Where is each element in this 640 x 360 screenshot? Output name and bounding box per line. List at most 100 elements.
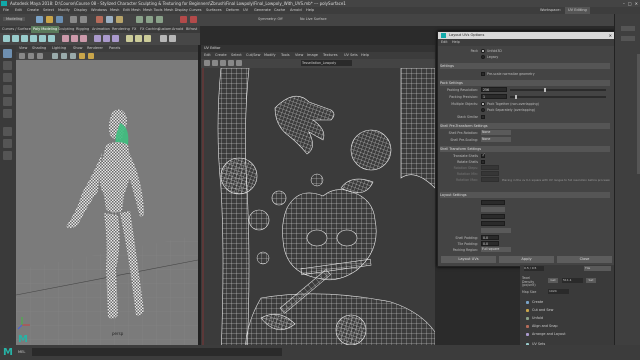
poly-plane-icon[interactable]: [48, 35, 55, 42]
menu-cache[interactable]: Cache: [274, 7, 285, 14]
rotate-tool-icon[interactable]: [3, 97, 12, 106]
dialog-menu-edit[interactable]: Edit: [441, 39, 448, 46]
rotate-shells-checkbox[interactable]: [481, 160, 485, 164]
snap-point-icon[interactable]: [156, 16, 163, 23]
uv-menu-modify[interactable]: Modify: [264, 52, 276, 59]
rotation-max-field[interactable]: [481, 177, 499, 182]
live-surface-label[interactable]: No Live Surface: [300, 17, 327, 21]
shell-pre-rotation-dropdown[interactable]: None: [481, 130, 511, 135]
pack-separately-radio[interactable]: [481, 108, 485, 112]
menu-generate[interactable]: Generate: [254, 7, 271, 14]
new-scene-icon[interactable]: [36, 16, 43, 23]
four-view-icon[interactable]: [3, 139, 12, 148]
shell-pre-scaling-dropdown[interactable]: None: [481, 137, 511, 142]
viewport-menu-shading[interactable]: Shading: [32, 45, 46, 52]
prescale-checkbox[interactable]: [481, 72, 485, 76]
uv-menu-view[interactable]: View: [295, 52, 303, 59]
viewport-menu-renderer[interactable]: Renderer: [87, 45, 103, 52]
packing-resolution-handle[interactable]: [543, 88, 546, 92]
ipr-render-icon[interactable]: [190, 16, 197, 23]
tab-sculpting[interactable]: Sculpting: [58, 26, 74, 33]
mel-label[interactable]: MEL: [18, 350, 25, 354]
uv-menu-uv-sets[interactable]: UV Sets: [344, 52, 358, 59]
layout-settings-header[interactable]: Layout Settings: [440, 192, 610, 198]
menu-arnold[interactable]: Arnold: [290, 7, 302, 14]
get-button[interactable]: Get: [548, 278, 558, 283]
poly-sphere-icon[interactable]: [3, 35, 10, 42]
attribute-tab[interactable]: [621, 36, 635, 41]
packing-precision-handle[interactable]: [514, 95, 517, 99]
stack-similar-checkbox[interactable]: [481, 115, 485, 119]
layout-uvs-button[interactable]: Layout UVs: [441, 256, 496, 263]
render-icon[interactable]: [180, 16, 187, 23]
tab-curves-surfaces[interactable]: Curves / Surfaces: [2, 26, 33, 33]
poly-torus-icon[interactable]: [39, 35, 46, 42]
menu-mesh-display[interactable]: Mesh Display: [164, 7, 188, 14]
uv-menu-help[interactable]: Help: [361, 52, 369, 59]
menu-select[interactable]: Select: [43, 7, 54, 14]
uv-menu-tools[interactable]: Tools: [281, 52, 290, 59]
menu-help[interactable]: Help: [306, 7, 314, 14]
dialog-menu-help[interactable]: Help: [452, 39, 460, 46]
layout-field-2[interactable]: [481, 214, 505, 219]
menu-file[interactable]: File: [3, 7, 9, 14]
uv-menu-textures[interactable]: Textures: [323, 52, 338, 59]
translate-shells-checkbox[interactable]: ✓: [481, 153, 485, 158]
packing-resolution-field[interactable]: 256: [481, 87, 507, 92]
layout-field-1[interactable]: [481, 200, 505, 205]
map-size-field[interactable]: 1024: [548, 289, 569, 294]
close-button[interactable]: Close: [557, 256, 612, 263]
menu-create[interactable]: Create: [27, 7, 39, 14]
menu-uv[interactable]: UV: [243, 7, 248, 14]
mirror-icon[interactable]: [160, 35, 167, 42]
camera-attr-icon[interactable]: [28, 53, 34, 59]
tab-poly-modeling[interactable]: Poly Modeling: [31, 26, 60, 33]
set-button[interactable]: Set: [586, 278, 596, 283]
unfold-section[interactable]: Unfold: [532, 316, 543, 320]
tile-padding-field[interactable]: 0.0: [481, 241, 499, 246]
unfold3d-radio[interactable]: [481, 49, 485, 53]
bookmark-icon[interactable]: [37, 53, 43, 59]
texture-icon[interactable]: [79, 53, 85, 59]
layout-dropdown-2[interactable]: [481, 228, 511, 233]
packing-resolution-slider[interactable]: [510, 88, 606, 92]
close-icon[interactable]: ✕: [635, 0, 638, 7]
tab-fx-caching[interactable]: FX Caching: [140, 26, 160, 33]
tab-arnold[interactable]: Arnold: [172, 26, 183, 33]
mode-selector[interactable]: Modeling: [3, 17, 26, 21]
scale-tool-icon[interactable]: [3, 109, 12, 118]
menu-surfaces[interactable]: Surfaces: [206, 7, 222, 14]
uv-menu-cut-sew[interactable]: Cut/Sew: [246, 52, 260, 59]
menu-edit-mesh[interactable]: Edit Mesh: [123, 7, 141, 14]
dialog-title-bar[interactable]: Layout UVs Options ✕: [438, 32, 615, 39]
undo-icon[interactable]: [70, 16, 77, 23]
snap-grid-icon[interactable]: [136, 16, 143, 23]
smooth-shade-icon[interactable]: [70, 53, 76, 59]
extrude-icon[interactable]: [94, 35, 101, 42]
shell-transform-header[interactable]: Shell Transform Settings: [440, 146, 610, 152]
uv-menu-create[interactable]: Create: [215, 52, 227, 59]
paint-select-icon[interactable]: [3, 73, 12, 82]
poly-cube-icon[interactable]: [12, 35, 19, 42]
menu-curves[interactable]: Curves: [189, 7, 201, 14]
lasso-tool-icon[interactable]: [3, 61, 12, 70]
multi-cut-icon[interactable]: [126, 35, 133, 42]
viewport-menu-view[interactable]: View: [19, 45, 27, 52]
dialog-close-icon[interactable]: ✕: [609, 32, 612, 39]
uv-menu-edit[interactable]: Edit: [204, 52, 211, 59]
tile-button[interactable]: Tile: [584, 266, 611, 271]
packing-precision-field[interactable]: 1: [481, 94, 507, 99]
tab-rendering[interactable]: Rendering: [112, 26, 130, 33]
uv-isolate-icon[interactable]: [204, 60, 210, 66]
select-by-object-icon[interactable]: [106, 16, 113, 23]
target-weld-icon[interactable]: [135, 35, 142, 42]
select-by-component-icon[interactable]: [116, 16, 123, 23]
create-section[interactable]: Create: [532, 300, 543, 304]
align-and-snap-section[interactable]: Align and Snap: [532, 324, 558, 328]
camera-select-icon[interactable]: [19, 53, 25, 59]
quad-draw-icon[interactable]: [144, 35, 151, 42]
wireframe-icon[interactable]: [61, 53, 67, 59]
viewport-menu-lighting[interactable]: Lighting: [52, 45, 66, 52]
menu-mesh[interactable]: Mesh: [110, 7, 119, 14]
layout-dropdown-1[interactable]: [481, 207, 505, 212]
